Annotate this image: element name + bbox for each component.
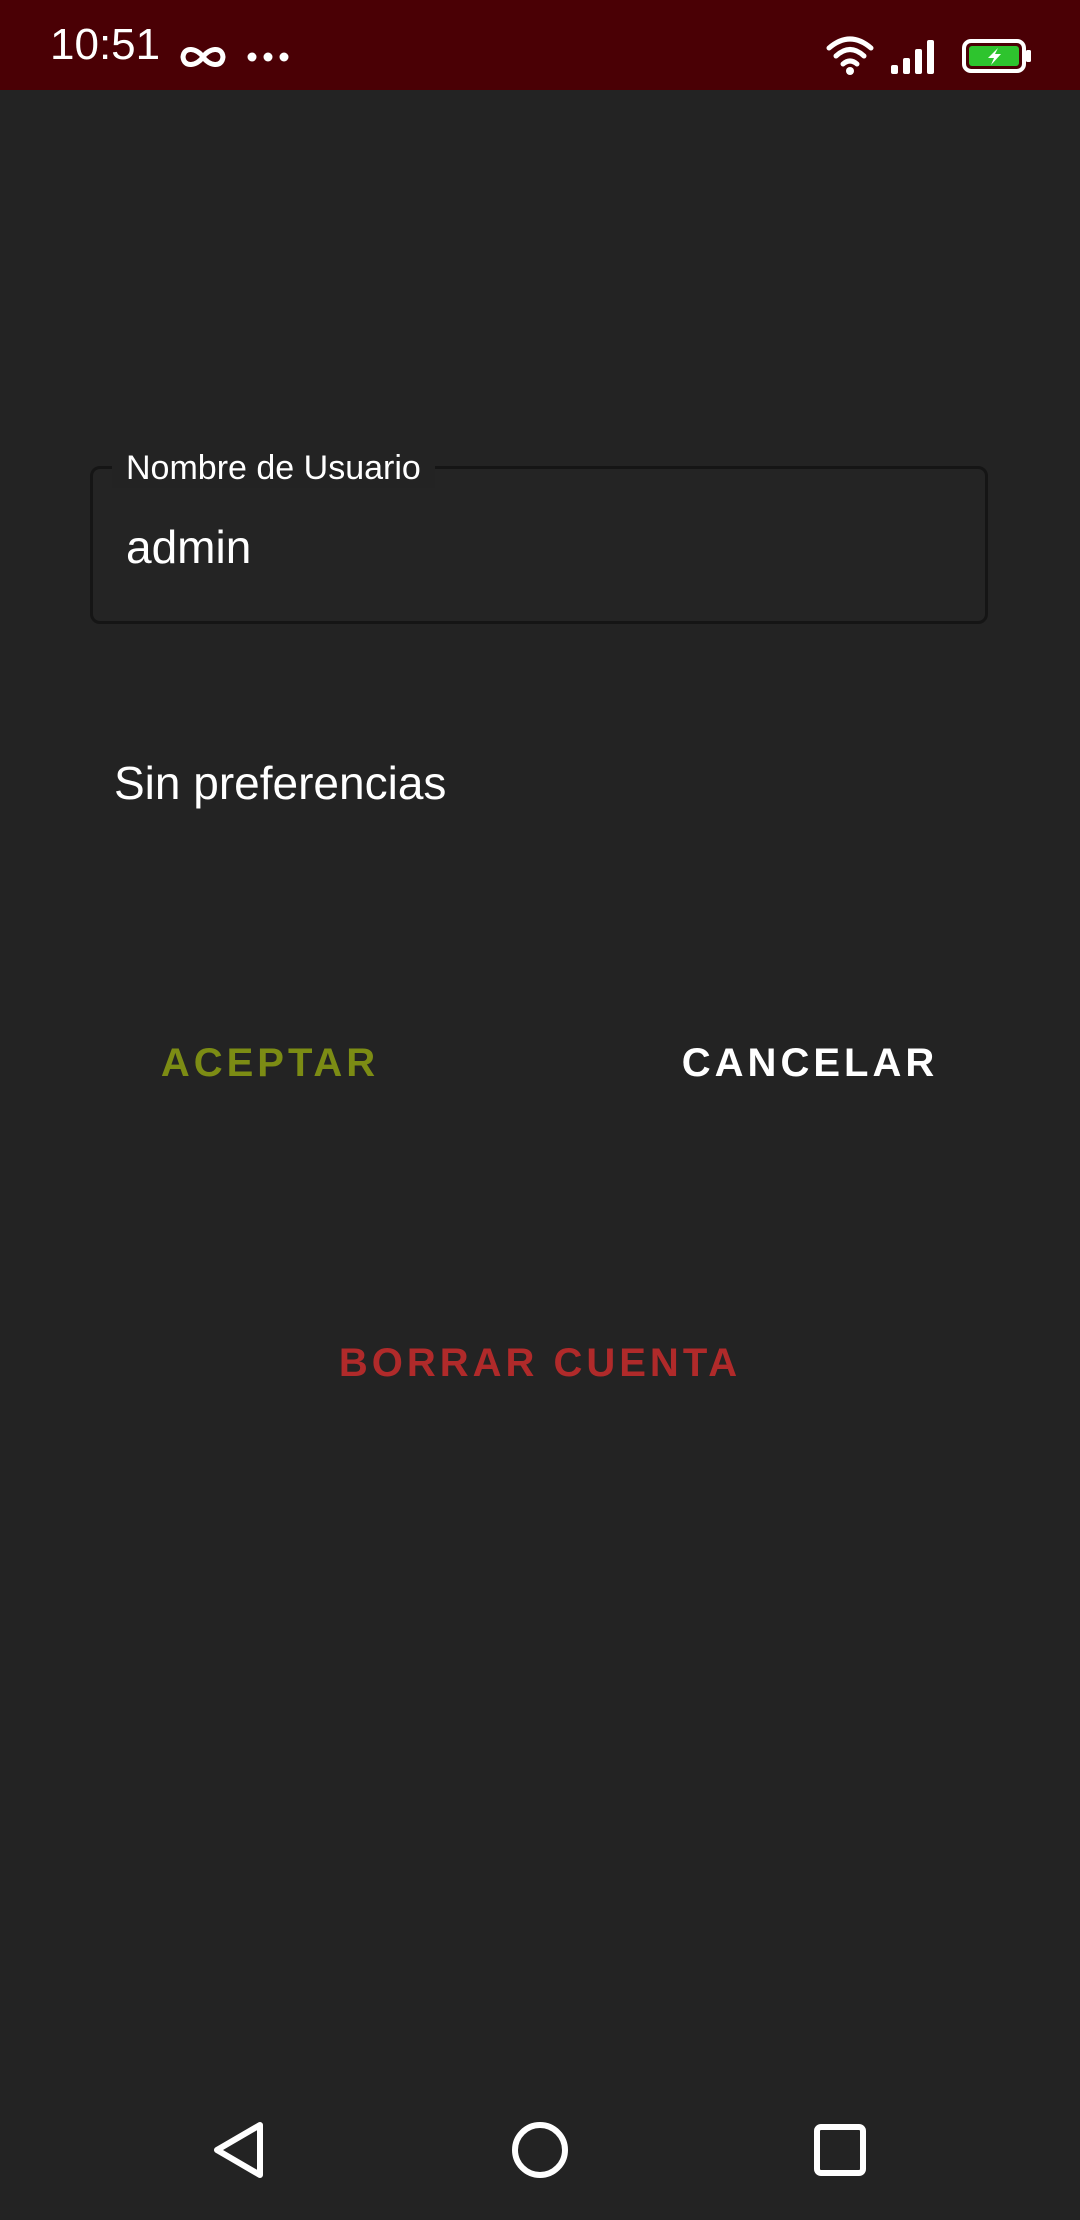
recents-square-icon[interactable] bbox=[800, 2110, 880, 2190]
home-circle-icon[interactable] bbox=[500, 2110, 580, 2190]
app-screen: 10:51 Nombre de Usuario admin Sin prefer… bbox=[0, 0, 1080, 2220]
cancel-button[interactable]: CANCELAR bbox=[660, 1039, 960, 1087]
battery-charging-icon bbox=[962, 39, 1031, 73]
accept-button[interactable]: ACEPTAR bbox=[120, 1039, 420, 1087]
wifi-icon bbox=[826, 36, 874, 75]
username-input[interactable] bbox=[126, 521, 956, 573]
username-field-label: Nombre de Usuario bbox=[112, 448, 435, 488]
delete-account-button[interactable]: BORRAR CUENTA bbox=[300, 1339, 780, 1387]
status-time: 10:51 bbox=[50, 20, 161, 69]
status-bar: 10:51 bbox=[0, 0, 1080, 90]
more-dots-icon bbox=[247, 52, 289, 62]
infinity-icon bbox=[180, 47, 226, 67]
cell-signal-icon bbox=[891, 40, 934, 74]
back-triangle-icon[interactable] bbox=[200, 2110, 280, 2190]
preferences-text: Sin preferencias bbox=[114, 757, 447, 809]
